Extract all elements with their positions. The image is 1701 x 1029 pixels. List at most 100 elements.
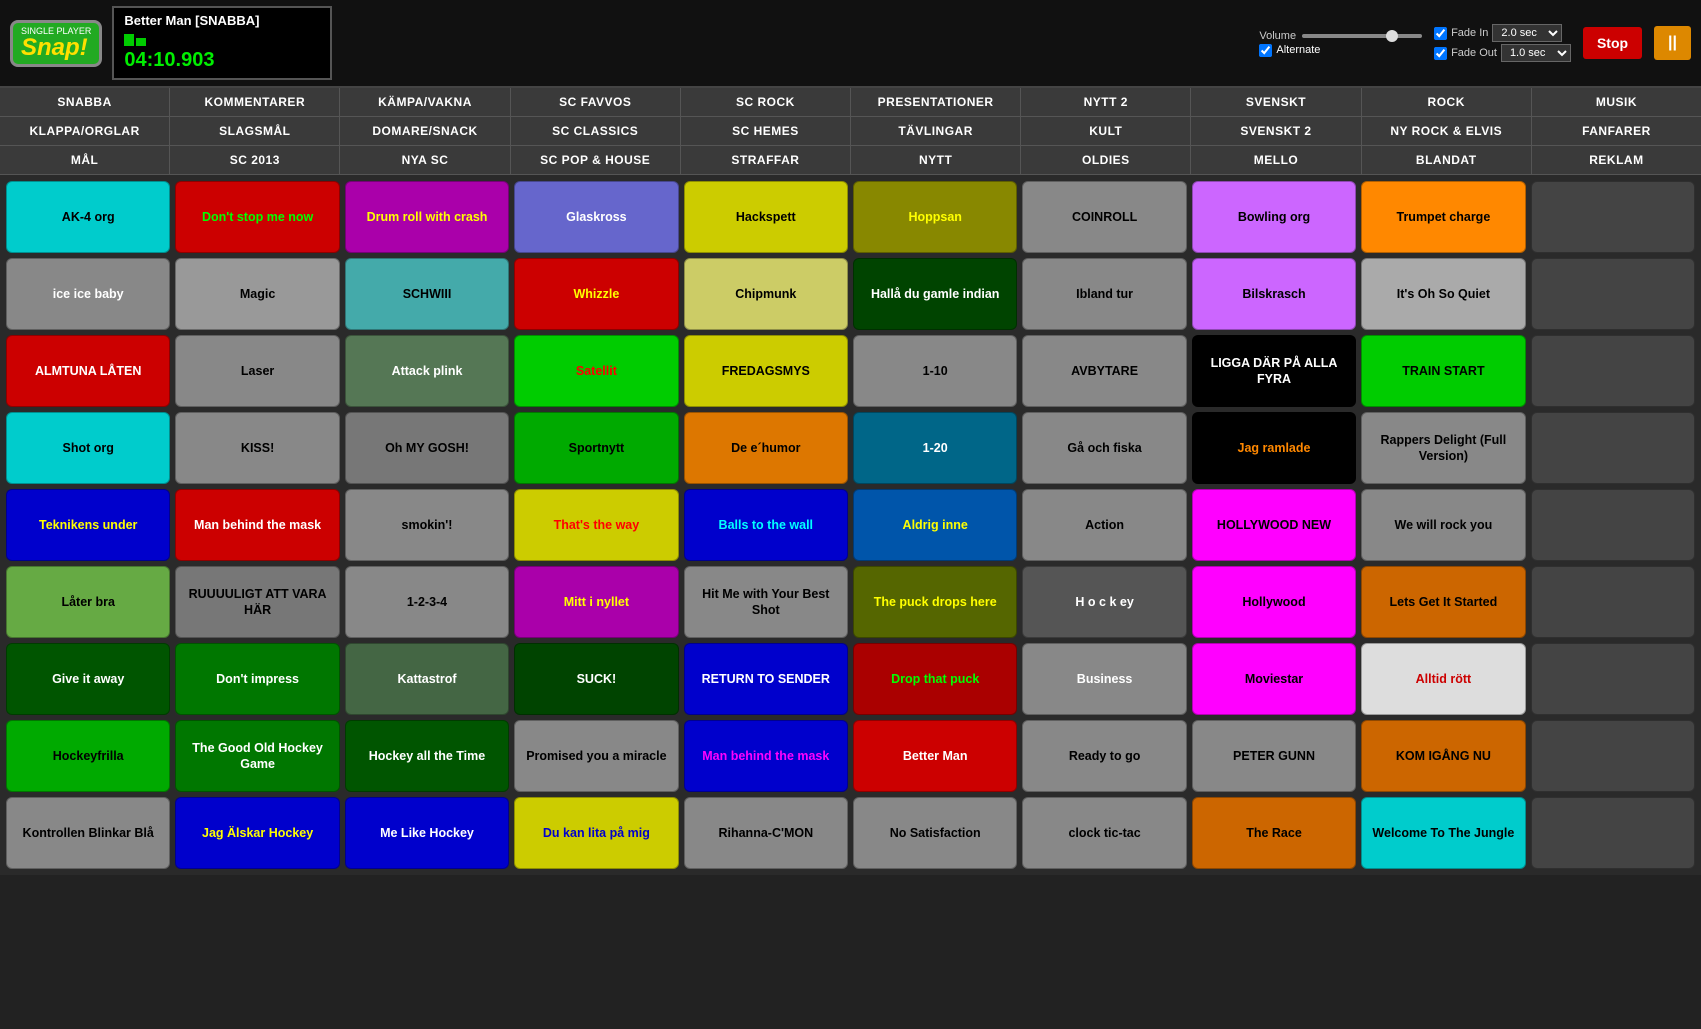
sound-cell[interactable]: HOLLYWOOD NEW [1192,489,1356,561]
sound-cell[interactable]: H o c k ey [1022,566,1186,638]
sound-cell[interactable]: Balls to the wall [684,489,848,561]
sound-cell[interactable]: KISS! [175,412,339,484]
sound-cell[interactable]: Man behind the mask [684,720,848,792]
sound-cell[interactable]: Bilskrasch [1192,258,1356,330]
sound-cell[interactable]: Rappers Delight (Full Version) [1361,412,1525,484]
sound-cell[interactable]: Alltid rött [1361,643,1525,715]
nav-item-0-9[interactable]: MUSIK [1532,88,1701,116]
nav-item-2-1[interactable]: SC 2013 [170,146,340,174]
sound-cell[interactable]: We will rock you [1361,489,1525,561]
nav-item-1-4[interactable]: SC HEMES [681,117,851,145]
sound-cell[interactable]: Trumpet charge [1361,181,1525,253]
nav-item-2-2[interactable]: NYA SC [340,146,510,174]
sound-cell[interactable]: Moviestar [1192,643,1356,715]
sound-cell[interactable]: Jag ramlade [1192,412,1356,484]
sound-cell[interactable]: Action [1022,489,1186,561]
fade-in-checkbox[interactable] [1434,27,1447,40]
sound-cell[interactable]: De e´humor [684,412,848,484]
nav-item-0-8[interactable]: ROCK [1362,88,1532,116]
nav-item-0-5[interactable]: PRESENTATIONER [851,88,1021,116]
sound-cell[interactable]: Hackspett [684,181,848,253]
nav-item-2-0[interactable]: MÅL [0,146,170,174]
sound-cell[interactable]: Chipmunk [684,258,848,330]
nav-item-2-5[interactable]: NYTT [851,146,1021,174]
sound-cell[interactable]: Lets Get It Started [1361,566,1525,638]
sound-cell[interactable]: Gå och fiska [1022,412,1186,484]
sound-cell[interactable]: Oh MY GOSH! [345,412,509,484]
sound-cell[interactable]: Hollywood [1192,566,1356,638]
nav-item-1-9[interactable]: FANFARER [1532,117,1701,145]
sound-cell[interactable]: Me Like Hockey [345,797,509,869]
alternate-checkbox[interactable] [1259,44,1272,57]
sound-cell[interactable]: TRAIN START [1361,335,1525,407]
sound-cell[interactable]: Don't impress [175,643,339,715]
sound-cell[interactable]: Hockey all the Time [345,720,509,792]
sound-cell[interactable]: Rihanna-C'MON [684,797,848,869]
nav-item-1-7[interactable]: SVENSKT 2 [1191,117,1361,145]
sound-cell[interactable]: Bowling org [1192,181,1356,253]
sound-cell[interactable]: KOM IGÅNG NU [1361,720,1525,792]
nav-item-0-2[interactable]: KÄMPA/VAKNA [340,88,510,116]
fade-out-select[interactable]: 1.0 sec 2.0 sec 0.5 sec [1501,44,1571,62]
sound-cell[interactable]: SCHWIII [345,258,509,330]
sound-cell[interactable]: FREDAGSMYS [684,335,848,407]
sound-cell[interactable]: AK-4 org [6,181,170,253]
nav-item-1-0[interactable]: KLAPPA/ORGLAR [0,117,170,145]
nav-item-2-9[interactable]: REKLAM [1532,146,1701,174]
sound-cell[interactable]: Aldrig inne [853,489,1017,561]
nav-item-2-7[interactable]: MELLO [1191,146,1361,174]
nav-item-1-5[interactable]: TÄVLINGAR [851,117,1021,145]
nav-item-0-4[interactable]: SC ROCK [681,88,851,116]
sound-cell[interactable]: 1-20 [853,412,1017,484]
sound-cell[interactable]: Hit Me with Your Best Shot [684,566,848,638]
sound-cell[interactable]: LIGGA DÄR PÅ ALLA FYRA [1192,335,1356,407]
sound-cell[interactable]: Whizzle [514,258,678,330]
sound-cell[interactable]: Give it away [6,643,170,715]
sound-cell[interactable]: Sportnytt [514,412,678,484]
nav-item-2-6[interactable]: OLDIES [1021,146,1191,174]
sound-cell[interactable]: Mitt i nyllet [514,566,678,638]
sound-cell[interactable]: Promised you a miracle [514,720,678,792]
nav-item-1-1[interactable]: SLAGSMÅL [170,117,340,145]
sound-cell[interactable]: Welcome To The Jungle [1361,797,1525,869]
sound-cell[interactable]: Business [1022,643,1186,715]
sound-cell[interactable]: Drum roll with crash [345,181,509,253]
sound-cell[interactable]: The Good Old Hockey Game [175,720,339,792]
sound-cell[interactable]: RETURN TO SENDER [684,643,848,715]
nav-item-1-2[interactable]: DOMARE/SNACK [340,117,510,145]
nav-item-2-4[interactable]: STRAFFAR [681,146,851,174]
sound-cell[interactable]: Magic [175,258,339,330]
sound-cell[interactable]: Laser [175,335,339,407]
sound-cell[interactable]: Glaskross [514,181,678,253]
sound-cell[interactable]: Låter bra [6,566,170,638]
nav-item-1-3[interactable]: SC CLASSICS [511,117,681,145]
sound-cell[interactable]: Satellit [514,335,678,407]
sound-cell[interactable]: Kattastrof [345,643,509,715]
nav-item-0-1[interactable]: KOMMENTARER [170,88,340,116]
sound-cell[interactable]: Hockeyfrilla [6,720,170,792]
sound-cell[interactable]: RUUUULIGT ATT VARA HÄR [175,566,339,638]
sound-cell[interactable]: Hoppsan [853,181,1017,253]
nav-item-1-8[interactable]: NY ROCK & ELVIS [1362,117,1532,145]
sound-cell[interactable]: smokin'! [345,489,509,561]
sound-cell[interactable]: Hallå du gamle indian [853,258,1017,330]
sound-cell[interactable]: Don't stop me now [175,181,339,253]
sound-cell[interactable]: COINROLL [1022,181,1186,253]
sound-cell[interactable]: Jag Älskar Hockey [175,797,339,869]
sound-cell[interactable]: SUCK! [514,643,678,715]
pause-button[interactable]: || [1654,26,1691,60]
nav-item-0-3[interactable]: SC FAVVOS [511,88,681,116]
fade-in-select[interactable]: 2.0 sec 1.0 sec 0.5 sec [1492,24,1562,42]
nav-item-0-6[interactable]: NYTT 2 [1021,88,1191,116]
fade-out-checkbox[interactable] [1434,47,1447,60]
nav-item-2-8[interactable]: BLANDAT [1362,146,1532,174]
sound-cell[interactable]: PETER GUNN [1192,720,1356,792]
sound-cell[interactable]: Attack plink [345,335,509,407]
sound-cell[interactable]: Better Man [853,720,1017,792]
sound-cell[interactable]: Du kan lita på mig [514,797,678,869]
nav-item-1-6[interactable]: KULT [1021,117,1191,145]
sound-cell[interactable]: 1-10 [853,335,1017,407]
sound-cell[interactable]: Ibland tur [1022,258,1186,330]
sound-cell[interactable]: The puck drops here [853,566,1017,638]
sound-cell[interactable]: It's Oh So Quiet [1361,258,1525,330]
